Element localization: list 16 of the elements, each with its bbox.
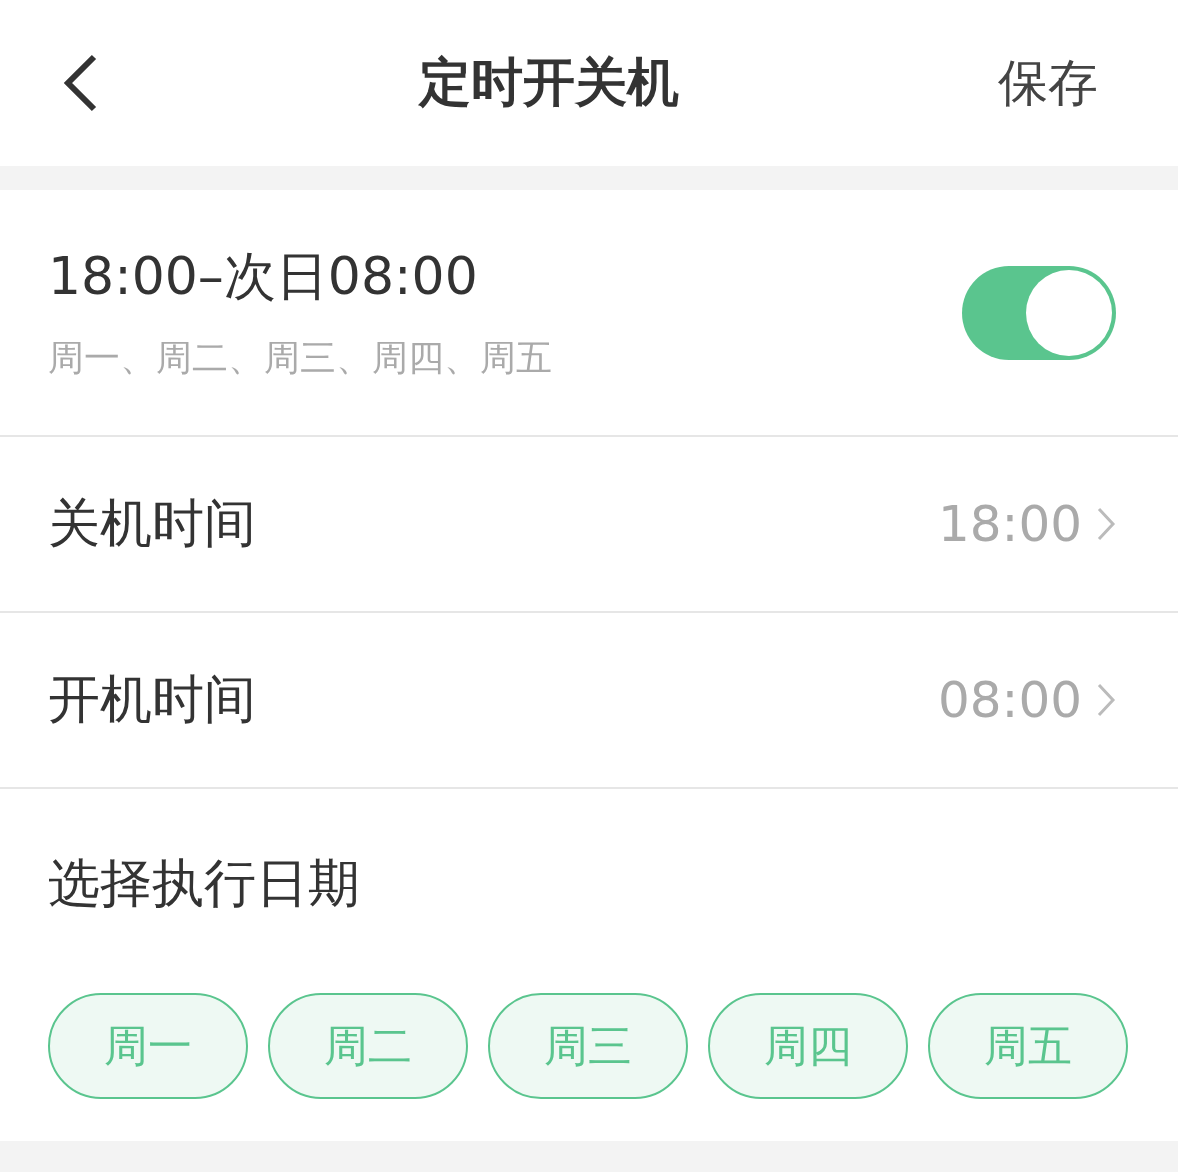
time-setting-row[interactable]: 开机时间 08:00: [0, 613, 1178, 789]
time-setting-row[interactable]: 关机时间 18:00: [0, 437, 1178, 613]
day-chip[interactable]: 周五: [928, 993, 1128, 1099]
day-chip[interactable]: 周一: [48, 993, 248, 1099]
row-label: 开机时间: [48, 668, 256, 731]
save-button[interactable]: 保存: [998, 49, 1098, 117]
repeat-days: 周一、周二、周三、周四、周五: [48, 334, 552, 383]
day-chip[interactable]: 周二: [268, 993, 468, 1099]
time-range: 18:00–次日08:00: [48, 245, 479, 308]
day-chip[interactable]: 周三: [488, 993, 688, 1099]
row-label: 关机时间: [48, 492, 256, 555]
page-title: 定时开关机: [419, 51, 679, 114]
time-value: 18:00: [937, 495, 1082, 553]
time-value: 08:00: [937, 671, 1082, 729]
section-title: 选择执行日期: [48, 852, 361, 915]
day-chip[interactable]: 周四: [708, 993, 908, 1099]
